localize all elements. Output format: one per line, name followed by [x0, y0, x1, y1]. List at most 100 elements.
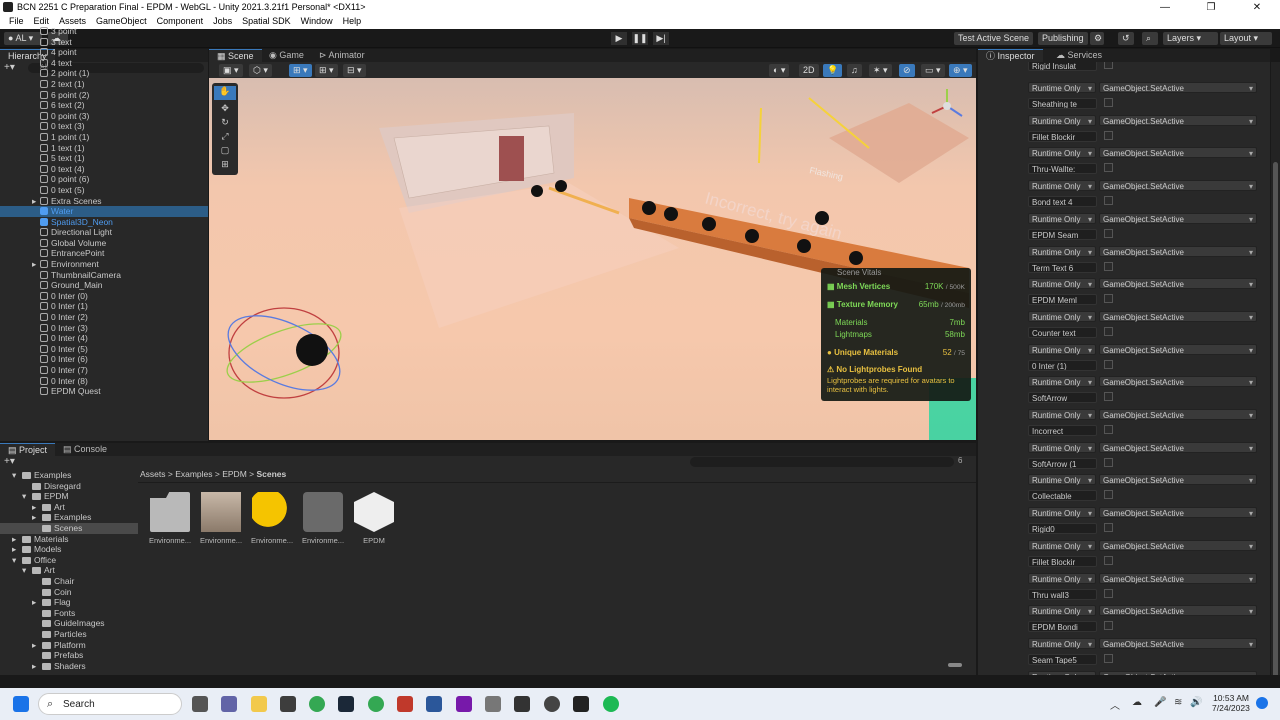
checkbox[interactable]	[1104, 457, 1113, 467]
hierarchy-item[interactable]: 0 text (5)	[0, 185, 208, 196]
layers-dropdown[interactable]: Layers ▾	[1163, 32, 1218, 45]
project-folder-item[interactable]: ▾ Office	[0, 555, 138, 566]
function-dropdown[interactable]: GameObject.SetActive	[1099, 376, 1257, 388]
tab-project[interactable]: ▤ Project	[0, 443, 56, 456]
cloud-tray-icon[interactable]: ☁	[1132, 697, 1142, 708]
project-folder-item[interactable]: ▸ Models	[0, 544, 138, 555]
project-folder-item[interactable]: Chair	[0, 576, 138, 587]
project-folder-item[interactable]: ▾ EPDM	[0, 491, 138, 502]
expand-arrow-icon[interactable]: ▸	[32, 196, 36, 207]
grid-snap-button[interactable]: ⊞ ▾	[289, 64, 312, 77]
runtime-mode-dropdown[interactable]: Runtime Only	[1028, 637, 1096, 650]
expand-arrow-icon[interactable]: ▸	[32, 502, 42, 513]
hierarchy-item[interactable]: Directional Light	[0, 227, 208, 238]
transform-tool-icon[interactable]: ⊞	[214, 159, 236, 172]
hidden-objects-icon[interactable]: ⊘	[899, 64, 915, 77]
maximize-button[interactable]: ❐	[1188, 0, 1234, 15]
tab-console[interactable]: ▤ Console	[55, 443, 115, 456]
hand-gizmo-icon[interactable]	[531, 185, 543, 197]
close-button[interactable]: ✕	[1234, 0, 1280, 15]
function-dropdown[interactable]: GameObject.SetActive	[1099, 310, 1257, 323]
grid-visibility-button[interactable]: ⊞ ▾	[315, 64, 338, 77]
task-view-icon[interactable]	[192, 696, 208, 712]
checkbox[interactable]	[1104, 261, 1113, 271]
mode-2d-button[interactable]: 2D	[799, 64, 819, 77]
object-field[interactable]: Incorrect	[1028, 425, 1097, 436]
function-dropdown[interactable]: GameObject.SetActive	[1099, 180, 1257, 192]
checkbox[interactable]	[1104, 294, 1113, 304]
hierarchy-item[interactable]: 0 point (3)	[0, 111, 208, 122]
function-dropdown[interactable]: GameObject.SetActive	[1099, 409, 1257, 421]
checkbox[interactable]	[1104, 359, 1113, 369]
object-field[interactable]: Thru-Wallte:	[1028, 163, 1097, 175]
expand-arrow-icon[interactable]: ▾	[22, 491, 32, 502]
object-field[interactable]: Sheathing te	[1028, 98, 1097, 109]
expand-arrow-icon[interactable]: ▸	[32, 661, 42, 670]
project-folder-item[interactable]: ▾ Art	[0, 565, 138, 576]
hierarchy-item[interactable]: 0 point (6)	[0, 174, 208, 185]
asset-tile[interactable]: Environme...	[248, 492, 296, 545]
teams-icon[interactable]	[221, 696, 237, 712]
project-folder-item[interactable]: ▾ Examples	[0, 470, 138, 481]
effects-dropdown[interactable]: ✶ ▾	[869, 64, 892, 77]
expand-arrow-icon[interactable]: ▸	[12, 534, 22, 545]
object-field[interactable]: Rigid0	[1028, 523, 1097, 535]
checkbox[interactable]	[1104, 326, 1113, 336]
checkbox[interactable]	[1104, 228, 1113, 238]
microphone-icon[interactable]: 🎤	[1154, 697, 1166, 708]
hierarchy-item[interactable]: 0 Inter (1)	[0, 301, 208, 312]
menu-item[interactable]: Help	[338, 15, 367, 29]
expand-arrow-icon[interactable]: ▸	[32, 640, 42, 651]
tab-game[interactable]: ◉ Game	[261, 49, 312, 62]
breadcrumb-item[interactable]: Examples	[175, 469, 212, 479]
expand-arrow-icon[interactable]: ▸	[32, 512, 42, 523]
object-field[interactable]: EPDM Meml	[1028, 294, 1097, 306]
project-folder-item[interactable]: ▸ Flag	[0, 597, 138, 608]
expand-arrow-icon[interactable]: ▾	[12, 470, 22, 481]
runtime-mode-dropdown[interactable]: Runtime Only	[1028, 605, 1096, 617]
expand-arrow-icon[interactable]: ▸	[32, 259, 36, 270]
unity-editor-icon[interactable]	[573, 696, 589, 712]
project-folder-item[interactable]: Particles	[0, 629, 138, 640]
function-dropdown[interactable]: GameObject.SetActive	[1099, 605, 1257, 617]
hierarchy-item[interactable]: Ground_Main	[0, 280, 208, 291]
hierarchy-item[interactable]: 0 text (3)	[0, 121, 208, 132]
runtime-mode-dropdown[interactable]: Runtime Only	[1028, 441, 1096, 454]
wifi-icon[interactable]: ≋	[1174, 697, 1182, 708]
project-folder-item[interactable]: Disregard	[0, 481, 138, 492]
project-folder-item[interactable]: ▸ Platform	[0, 640, 138, 651]
hierarchy-item[interactable]: 0 Inter (6)	[0, 354, 208, 365]
test-active-scene-button[interactable]: Test Active Scene	[954, 32, 1034, 45]
hand-gizmo-icon[interactable]	[555, 180, 567, 192]
expand-arrow-icon[interactable]: ▸	[12, 544, 22, 555]
steam-icon[interactable]	[338, 696, 354, 712]
minimize-button[interactable]: —	[1142, 0, 1188, 15]
checkbox[interactable]	[1104, 98, 1113, 107]
project-folder-item[interactable]: ▸ Examples	[0, 512, 138, 523]
publishing-button[interactable]: Publishing	[1038, 32, 1088, 45]
audio-toggle-icon[interactable]: ♫	[847, 64, 862, 77]
function-dropdown[interactable]: GameObject.SetActive	[1099, 343, 1257, 356]
checkbox[interactable]	[1104, 621, 1113, 631]
function-dropdown[interactable]: GameObject.SetActive	[1099, 278, 1257, 290]
object-field[interactable]: Fillet Blockir	[1028, 130, 1097, 142]
hierarchy-item[interactable]: Global Volume	[0, 238, 208, 249]
object-field[interactable]: Seam Tape5	[1028, 653, 1097, 665]
search-icon[interactable]: ⌕	[1142, 32, 1158, 45]
object-field[interactable]: Collectable	[1028, 490, 1097, 502]
function-dropdown[interactable]: GameObject.SetActive	[1099, 507, 1257, 519]
runtime-mode-dropdown[interactable]: Runtime Only	[1028, 212, 1096, 225]
function-dropdown[interactable]: GameObject.SetActive	[1099, 82, 1257, 94]
calculator-icon[interactable]	[485, 696, 501, 712]
hierarchy-item[interactable]: EPDM Quest	[0, 386, 208, 397]
breadcrumb-item[interactable]: Assets	[140, 469, 166, 479]
runtime-mode-dropdown[interactable]: Runtime Only	[1028, 82, 1096, 94]
checkbox[interactable]	[1104, 555, 1113, 565]
move-tool-icon[interactable]: ✥	[214, 103, 236, 116]
hierarchy-item[interactable]: 0 Inter (0)	[0, 291, 208, 302]
checkbox[interactable]	[1104, 392, 1113, 402]
object-field[interactable]: Thru wall3	[1028, 588, 1097, 600]
runtime-mode-dropdown[interactable]: Runtime Only	[1028, 278, 1096, 290]
hand-gizmo-icon[interactable]	[642, 201, 656, 215]
thumbnail-size-slider[interactable]	[948, 663, 962, 667]
